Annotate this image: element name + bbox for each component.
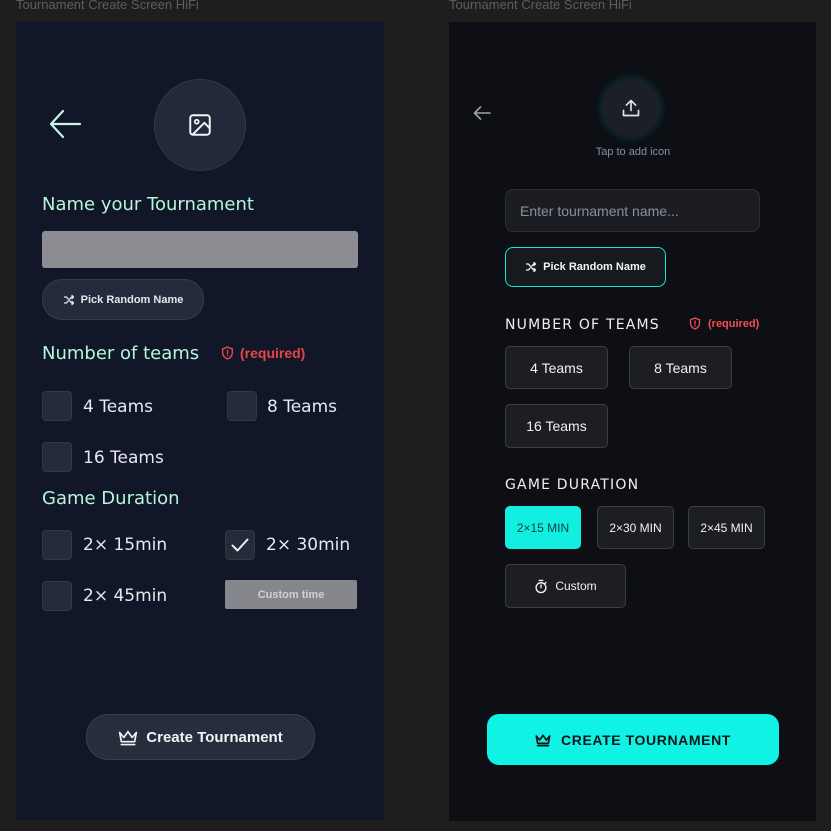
tap-to-add-icon-label: Tap to add icon xyxy=(595,146,671,158)
team-4-checkbox[interactable] xyxy=(42,391,72,421)
teams-heading: Number of teams xyxy=(42,343,200,364)
team-16-checkbox[interactable] xyxy=(42,442,72,472)
required-label: (required) xyxy=(240,345,306,361)
upload-icon xyxy=(622,99,640,117)
create-tournament-label: Create Tournament xyxy=(146,728,283,746)
pick-random-name-label: Pick Random Name xyxy=(80,293,184,306)
tournament-create-screen-right: Tap to add icon Pick Random Name NUMBER … xyxy=(449,22,816,821)
duration-heading: GAME DURATION xyxy=(505,477,640,493)
duration-30-label: 2× 30min xyxy=(266,535,351,555)
shield-alert-icon xyxy=(689,317,701,330)
name-heading: Name your Tournament xyxy=(42,194,254,215)
teams-heading: NUMBER OF TEAMS xyxy=(505,317,660,333)
pick-random-name-label: Pick Random Name xyxy=(543,261,646,273)
team-16-label: 16 Teams xyxy=(83,448,164,468)
frame-title-left: Tournament Create Screen HiFi xyxy=(16,0,199,12)
crown-icon xyxy=(119,730,138,745)
duration-45-label: 2× 45min xyxy=(83,586,168,606)
custom-duration-button[interactable]: Custom xyxy=(505,564,626,608)
shuffle-icon xyxy=(63,294,74,305)
stopwatch-icon xyxy=(535,579,547,593)
create-tournament-button[interactable]: Create Tournament xyxy=(86,714,315,760)
team-option-8[interactable]: 8 Teams xyxy=(629,346,732,389)
team-4-label: 4 Teams xyxy=(83,397,154,417)
required-label: (required) xyxy=(708,317,760,330)
frame-title-right: Tournament Create Screen HiFi xyxy=(449,0,632,12)
shuffle-icon xyxy=(525,261,537,273)
back-arrow-icon[interactable] xyxy=(473,106,491,120)
tournament-create-screen-left: Name your Tournament Pick Random Name Nu… xyxy=(16,22,384,820)
duration-15-checkbox[interactable] xyxy=(42,530,72,560)
custom-time-button[interactable]: Custom time xyxy=(225,580,357,609)
team-option-4[interactable]: 4 Teams xyxy=(505,346,608,389)
upload-icon-button[interactable] xyxy=(602,79,660,137)
checkmark-icon xyxy=(231,538,249,552)
shield-alert-icon xyxy=(221,346,234,360)
pick-random-name-button[interactable]: Pick Random Name xyxy=(42,279,204,320)
duration-option-15[interactable]: 2×15 MIN xyxy=(505,506,581,549)
image-icon xyxy=(189,114,211,136)
team-8-label: 8 Teams xyxy=(267,397,338,417)
team-option-16[interactable]: 16 Teams xyxy=(505,404,608,448)
crown-icon xyxy=(535,733,551,747)
duration-45-checkbox[interactable] xyxy=(42,581,72,611)
tournament-name-input[interactable] xyxy=(505,189,760,232)
duration-option-30[interactable]: 2×30 MIN xyxy=(597,506,674,549)
tournament-icon-picker[interactable] xyxy=(154,79,246,171)
back-arrow-icon[interactable] xyxy=(48,109,82,139)
pick-random-name-button[interactable]: Pick Random Name xyxy=(505,247,666,287)
duration-heading: Game Duration xyxy=(42,488,180,509)
duration-option-45[interactable]: 2×45 MIN xyxy=(688,506,765,549)
team-8-checkbox[interactable] xyxy=(227,391,257,421)
tournament-name-input[interactable] xyxy=(42,231,358,268)
required-indicator: (required) xyxy=(689,317,759,330)
required-indicator: (required) xyxy=(221,345,305,361)
duration-30-checkbox[interactable] xyxy=(225,530,255,560)
create-tournament-label: CREATE TOURNAMENT xyxy=(561,731,731,748)
custom-duration-label: Custom xyxy=(555,579,597,593)
duration-15-label: 2× 15min xyxy=(83,535,168,555)
create-tournament-button[interactable]: CREATE TOURNAMENT xyxy=(487,714,779,765)
